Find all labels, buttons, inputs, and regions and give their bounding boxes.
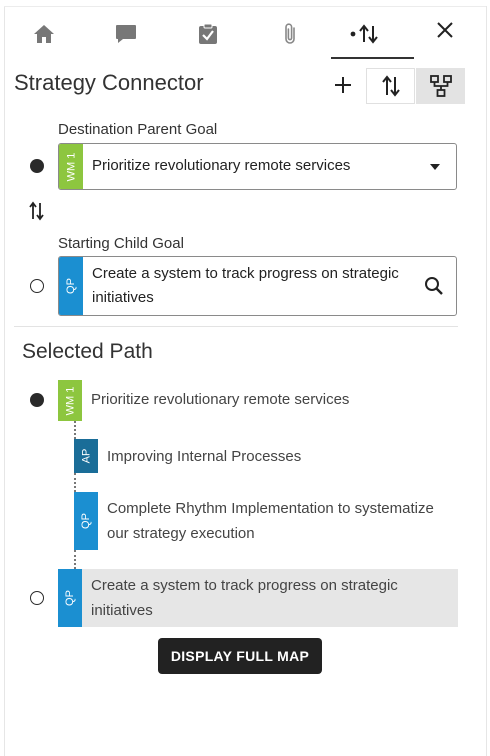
selected-path-title: Selected Path — [22, 340, 153, 363]
path-end-marker — [30, 591, 44, 605]
page-title: Strategy Connector — [14, 70, 204, 95]
clipboard-check-icon — [199, 23, 217, 44]
tab-comments[interactable] — [106, 14, 146, 54]
add-button[interactable] — [326, 68, 360, 102]
display-full-map-button[interactable]: DISPLAY FULL MAP — [158, 638, 322, 674]
swap-button[interactable] — [27, 201, 47, 221]
view-mode-toggle — [366, 68, 466, 104]
paperclip-icon — [285, 23, 295, 44]
goal-type-tag: QP — [59, 257, 83, 315]
path-item-text-line1: Complete Rhythm Implementation to system… — [107, 500, 434, 517]
strategy-connector-icon — [350, 24, 378, 44]
starting-radio[interactable] — [30, 279, 44, 293]
starting-label: Starting Child Goal — [58, 235, 184, 252]
search-icon[interactable] — [424, 276, 444, 296]
destination-goal-select[interactable]: WM 1 Prioritize revolutionary remote ser… — [58, 143, 457, 190]
path-item-text-line1: Create a system to track progress on str… — [91, 577, 398, 594]
comment-icon — [116, 25, 136, 43]
starting-goal-search[interactable]: QP Create a system to track progress on … — [58, 256, 457, 316]
goal-type-tag: WM 1 — [59, 144, 83, 189]
path-item-tag: AP — [74, 439, 98, 473]
tab-strategy-connector[interactable] — [344, 14, 384, 54]
chevron-down-icon — [430, 164, 440, 170]
starting-goal-text-line1: Create a system to track progress on str… — [92, 265, 399, 282]
path-item-text: Improving Internal Processes — [107, 448, 302, 465]
path-start-marker — [30, 393, 44, 407]
path-item-tag: QP — [74, 492, 98, 550]
connector-mode-button[interactable] — [366, 68, 415, 104]
top-border — [4, 6, 486, 7]
tab-tasks[interactable] — [188, 14, 228, 54]
map-mode-button[interactable] — [416, 68, 465, 104]
destination-label: Destination Parent Goal — [58, 121, 218, 138]
path-connector — [74, 473, 76, 492]
section-divider — [14, 326, 458, 327]
up-down-arrows-icon — [381, 75, 400, 97]
path-item-text: Prioritize revolutionary remote services — [91, 391, 350, 408]
plus-icon — [335, 77, 351, 93]
path-item-text-line2: initiatives — [91, 602, 153, 619]
home-icon — [34, 25, 54, 43]
tab-home[interactable] — [24, 14, 64, 54]
tab-attachments[interactable] — [270, 14, 310, 54]
destination-goal-text: Prioritize revolutionary remote services — [92, 157, 351, 174]
close-button[interactable] — [427, 12, 463, 48]
hierarchy-icon — [429, 75, 452, 97]
path-item-text-line2: our strategy execution — [107, 525, 255, 542]
path-connector — [74, 421, 76, 439]
close-icon — [437, 22, 453, 38]
path-item-tag: WM 1 — [58, 380, 82, 421]
path-item-tag: QP — [58, 569, 82, 627]
swap-arrows-icon — [29, 201, 44, 221]
path-connector — [74, 550, 76, 569]
destination-radio[interactable] — [30, 159, 44, 173]
starting-goal-text-line2: initiatives — [92, 289, 154, 306]
active-tab-indicator — [331, 57, 414, 59]
